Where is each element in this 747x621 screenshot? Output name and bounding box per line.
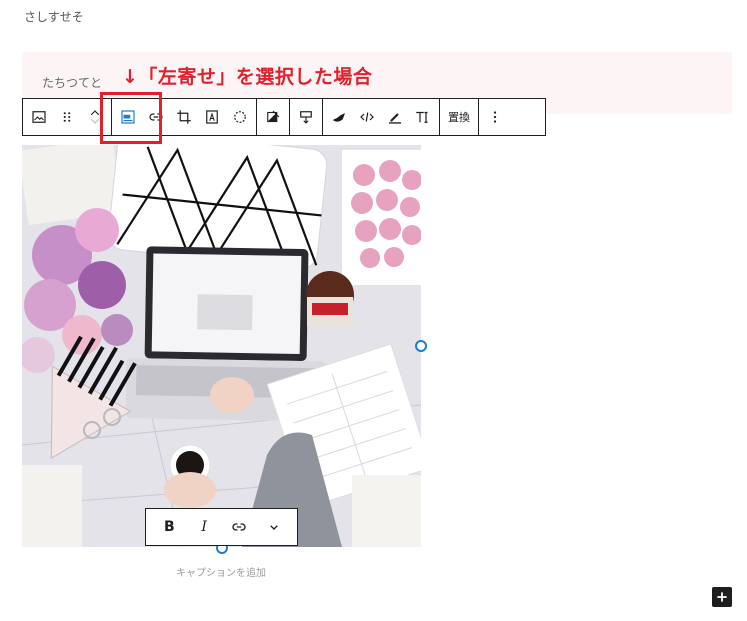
- chevron-down-icon: [269, 525, 278, 530]
- caption-format-toolbar: B I: [145, 508, 298, 546]
- text-overlay-icon: [206, 110, 218, 124]
- align-left-icon: [121, 110, 135, 124]
- replace-button[interactable]: 置換: [442, 102, 476, 132]
- caption-link-button[interactable]: [224, 513, 254, 541]
- resize-handle-right[interactable]: [415, 340, 427, 352]
- select-circle-icon: [234, 111, 246, 123]
- highlighter-brush-icon: [333, 113, 345, 122]
- photo-illustration: [22, 145, 421, 547]
- link-button[interactable]: [142, 102, 170, 132]
- selected-image[interactable]: [22, 145, 421, 547]
- text-overlay-button[interactable]: [198, 102, 226, 132]
- more-formats-button[interactable]: [259, 513, 289, 541]
- upload-button[interactable]: [292, 102, 320, 132]
- move-up-down-icon: [90, 110, 100, 124]
- annotation-label: ↓「左寄せ」を選択した場合: [122, 66, 373, 88]
- block-toolbar: 置換: [22, 98, 546, 136]
- pen-button[interactable]: [381, 102, 409, 132]
- align-left-button[interactable]: [114, 102, 142, 132]
- toolbar-group-format: [323, 99, 440, 135]
- drag-handle-icon: [63, 112, 71, 122]
- code-button[interactable]: [353, 102, 381, 132]
- highlighter-brush-button[interactable]: [325, 102, 353, 132]
- text-format-icon: [416, 111, 428, 123]
- plus-icon: [717, 592, 727, 602]
- link-icon: [149, 113, 163, 121]
- image-block-button[interactable]: [25, 102, 53, 132]
- more-options-icon: [493, 111, 497, 123]
- more-options-button[interactable]: [481, 102, 509, 132]
- image-icon: [32, 111, 46, 123]
- paragraph-pink-block[interactable]: たちつてと: [42, 74, 102, 91]
- toolbar-group-more: [479, 99, 511, 135]
- italic-button[interactable]: I: [189, 513, 219, 541]
- pen-icon: [389, 113, 401, 124]
- drag-handle-button[interactable]: [53, 102, 81, 132]
- add-block-button[interactable]: [712, 587, 732, 607]
- bold-button[interactable]: B: [154, 513, 184, 541]
- duotone-icon: [267, 110, 280, 123]
- paragraph-top[interactable]: さしすせそ: [24, 8, 84, 25]
- toolbar-group-duotone: [257, 99, 290, 135]
- toolbar-group-replace: 置換: [440, 99, 479, 135]
- crop-icon: [177, 110, 191, 124]
- move-up-down-button[interactable]: [81, 102, 109, 132]
- duotone-button[interactable]: [259, 102, 287, 132]
- caption-input[interactable]: キャプションを追加: [176, 564, 266, 579]
- link-icon: [232, 523, 246, 531]
- toolbar-group-image-tools: [112, 99, 257, 135]
- text-format-button[interactable]: [409, 102, 437, 132]
- code-icon: [360, 112, 374, 122]
- crop-button[interactable]: [170, 102, 198, 132]
- toolbar-group-block: [23, 99, 112, 135]
- select-circle-button[interactable]: [226, 102, 254, 132]
- toolbar-group-upload: [290, 99, 323, 135]
- upload-icon: [300, 111, 312, 124]
